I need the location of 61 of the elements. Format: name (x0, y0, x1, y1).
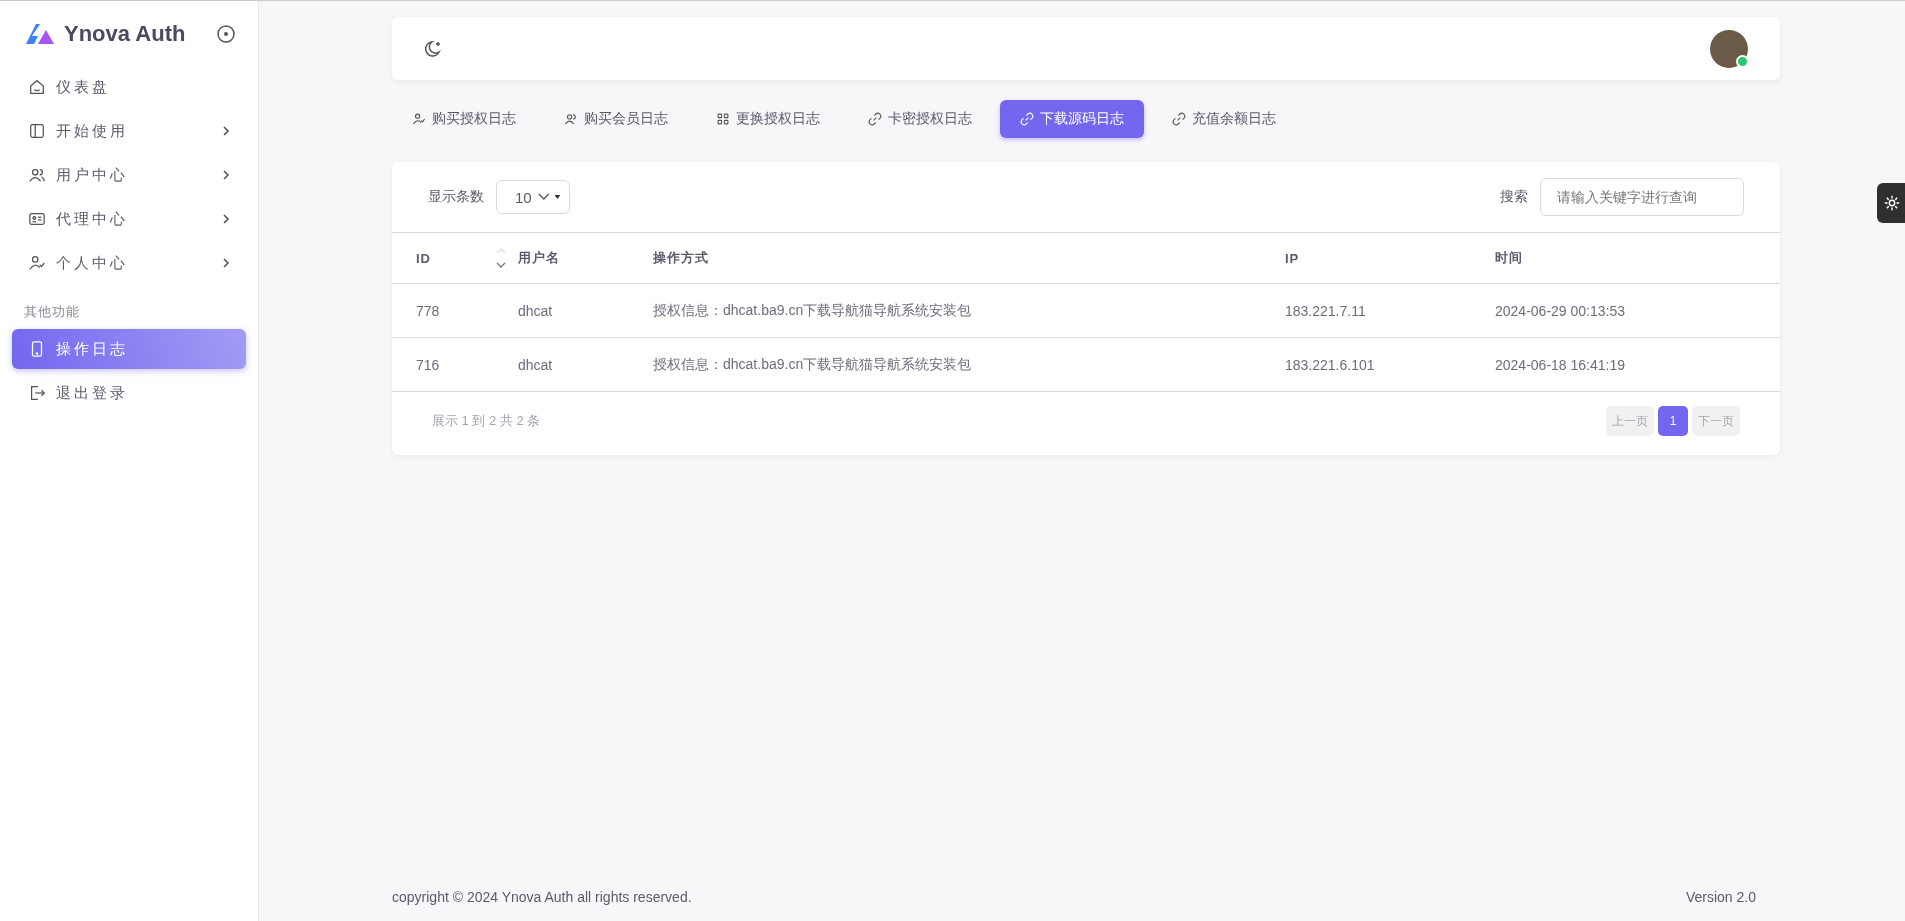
sort-icon[interactable] (495, 247, 507, 269)
chevron-icon (222, 214, 230, 224)
search-field[interactable]: 请输入关键字进行查询 (1540, 178, 1744, 216)
chevron-icon (222, 170, 230, 180)
link-icon (1172, 112, 1186, 126)
column-header: ID (392, 232, 517, 284)
page-size-label: 显示条数 (428, 188, 484, 206)
nav-item[interactable]: 开始使用 (12, 111, 246, 151)
tab[interactable]: 更换授权日志 (696, 100, 840, 138)
nav-item[interactable]: 用户中心 (12, 155, 246, 195)
chevron-icon (222, 126, 230, 136)
search-label: 搜索 (1500, 188, 1528, 206)
nav-item[interactable]: 仪表盘 (12, 67, 246, 107)
settings-button[interactable] (1877, 183, 1905, 223)
table-cell: 716 (392, 337, 517, 392)
tab[interactable]: 充值余额日志 (1152, 100, 1296, 138)
usercheck-icon (28, 254, 46, 272)
table-cell: 183.221.7.11 (1284, 283, 1494, 338)
nav-item[interactable]: 退出登录 (12, 373, 246, 413)
table-cell: dhcat (517, 337, 652, 392)
brand-name: Ynova Auth (64, 21, 187, 47)
avatar[interactable] (1710, 29, 1748, 68)
tab[interactable]: 购买授权日志 (392, 100, 536, 138)
page-size-select[interactable]: 10 (496, 180, 570, 214)
column-header: 用户名 (517, 232, 652, 284)
table-summary: 展示 1 到 2 共 2 条 (432, 412, 541, 430)
table-cell: 2024-06-29 00:13:53 (1494, 283, 1780, 338)
section-title: 其他功能 (23, 303, 81, 321)
table-cell: 778 (392, 283, 517, 338)
column-header: IP (1284, 232, 1494, 284)
tab[interactable]: 购买会员日志 (544, 100, 688, 138)
tab[interactable]: 下载源码日志 (1000, 100, 1144, 138)
version-text: Version 2.0 (1685, 889, 1756, 905)
column-header: 操作方式 (652, 232, 1284, 284)
table-cell: 授权信息：dhcat.ba9.cn下载导航猫导航系统安装包 (652, 337, 1284, 392)
tab[interactable]: 卡密授权日志 (848, 100, 992, 138)
panel-icon (28, 122, 46, 140)
grid-icon (716, 112, 730, 126)
column-header: 时间 (1494, 232, 1780, 284)
copyright-text: copyright © 2024 Ynova Auth all rights reserved. (392, 889, 692, 905)
nav-item[interactable]: 操作日志 (12, 329, 246, 369)
moon-icon[interactable] (424, 38, 444, 59)
table-cell: 2024-06-18 16:41:19 (1494, 337, 1780, 392)
users-icon (28, 166, 46, 184)
link-icon (1020, 112, 1034, 126)
dropdown-arrow-icon (537, 192, 561, 202)
users-icon (564, 112, 578, 126)
table-cell: 授权信息：dhcat.ba9.cn下载导航猫导航系统安装包 (652, 283, 1284, 338)
nav-item[interactable]: 个人中心 (12, 243, 246, 283)
idcard-icon (28, 210, 46, 228)
table-cell: dhcat (517, 283, 652, 338)
link-icon (868, 112, 882, 126)
usercheck-icon (412, 112, 426, 126)
sidebar-toggle-icon[interactable] (216, 24, 236, 44)
table-cell: 183.221.6.101 (1284, 337, 1494, 392)
logout-icon (28, 384, 46, 402)
chevron-icon (222, 258, 230, 268)
home-icon (28, 78, 46, 96)
nav-item[interactable]: 代理中心 (12, 199, 246, 239)
page-button[interactable]: 1 (1658, 406, 1688, 436)
logo-icon (24, 22, 56, 46)
